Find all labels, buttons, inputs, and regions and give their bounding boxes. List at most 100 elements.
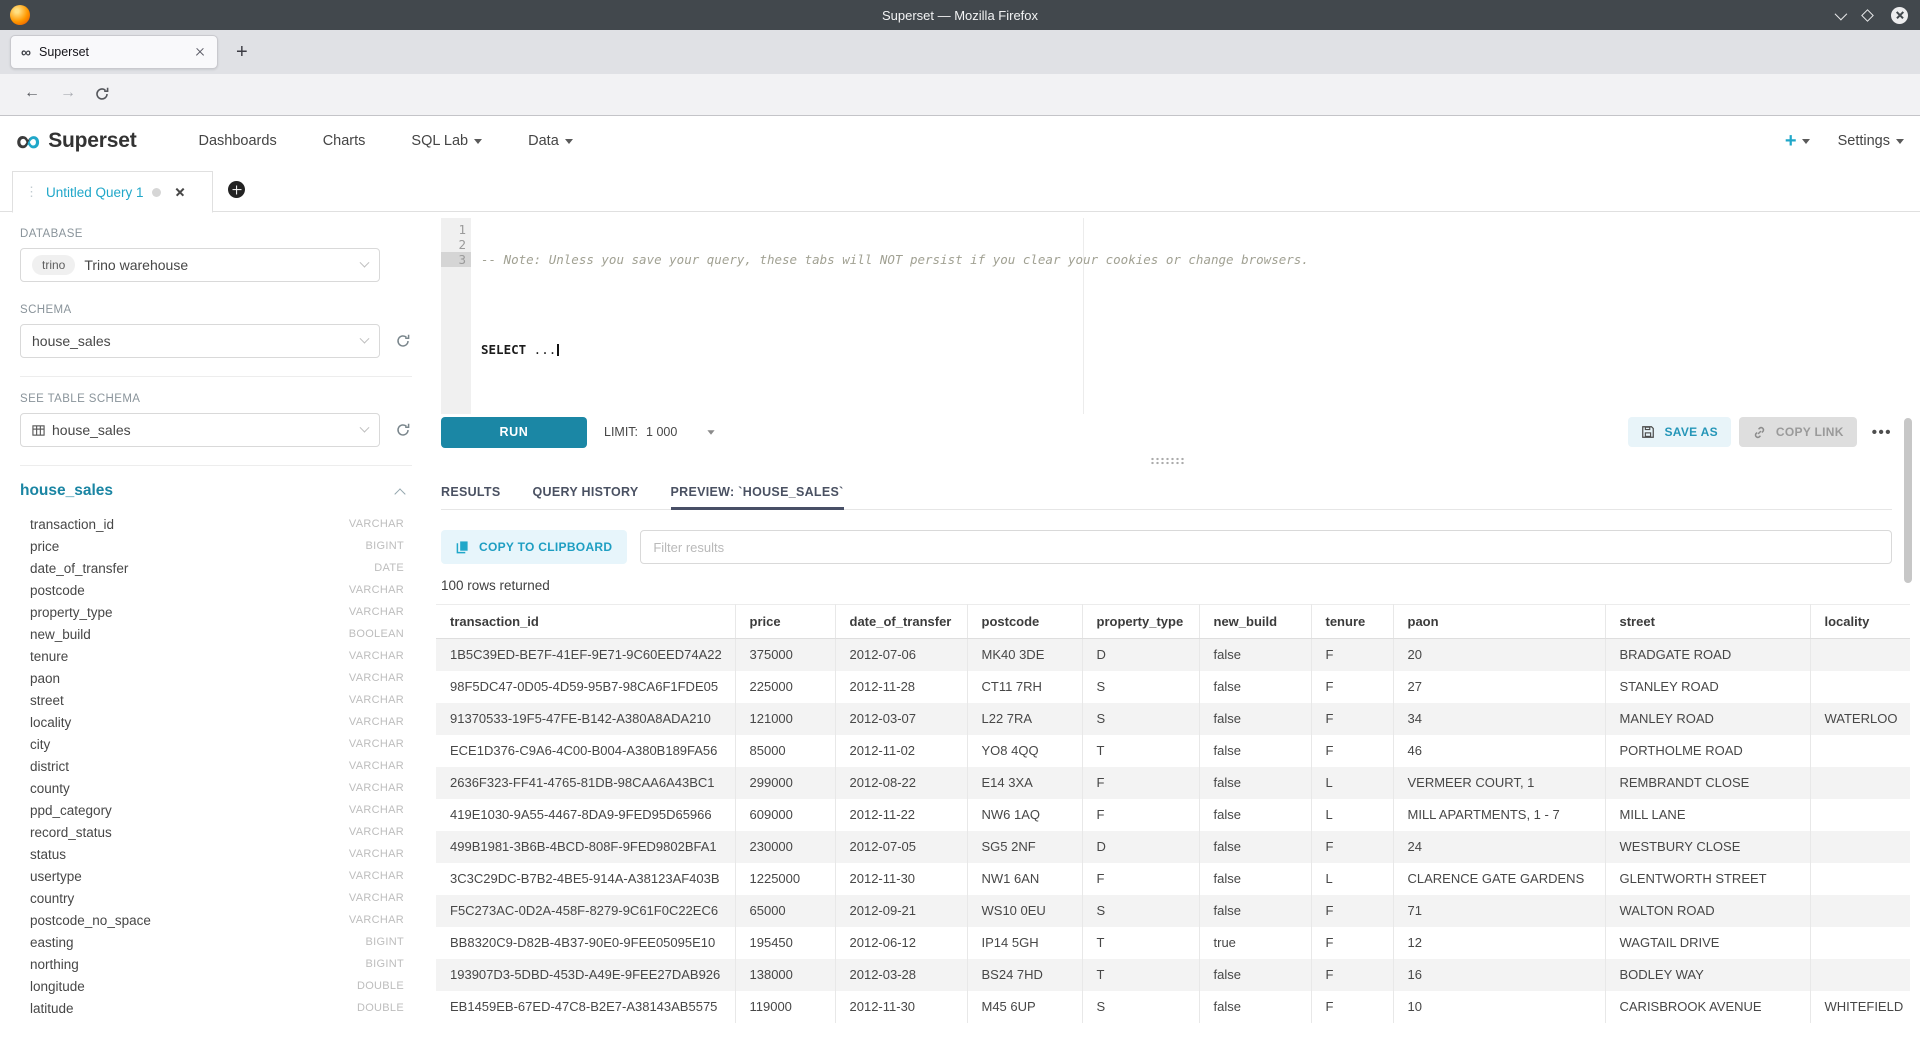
cell-paon: VERMEER COURT, 1 [1393, 767, 1605, 799]
nav-charts[interactable]: Charts [323, 133, 366, 149]
database-label: DATABASE [20, 228, 412, 240]
reload-button[interactable] [94, 86, 110, 102]
column-name: postcode_no_space [30, 913, 151, 928]
save-as-button[interactable]: SAVE AS [1628, 417, 1730, 447]
more-options-icon[interactable]: ••• [1872, 424, 1892, 441]
schema-select[interactable]: house_sales [20, 324, 380, 358]
settings-menu[interactable]: Settings [1838, 133, 1904, 149]
editor-code[interactable]: -- Note: Unless you save your query, the… [471, 218, 1892, 414]
grid-column-header[interactable]: tenure [1311, 605, 1393, 639]
nav-data[interactable]: Data [528, 133, 573, 149]
new-item-button[interactable]: + [1785, 130, 1810, 153]
schema-column-row: locality VARCHAR [20, 711, 404, 733]
column-type: VARCHAR [349, 650, 404, 662]
schema-column-row: property_type VARCHAR [20, 601, 404, 623]
schema-column-row: price BIGINT [20, 535, 404, 557]
grid-column-header[interactable]: property_type [1082, 605, 1199, 639]
grid-row: EB1459EB-67ED-47C8-B2E7-A38143AB5575 119… [436, 991, 1910, 1023]
cell-price: 609000 [735, 799, 835, 831]
cell-street: CARISBROOK AVENUE [1605, 991, 1810, 1023]
cell-transaction-id: F5C273AC-0D2A-458F-8279-9C61F0C22EC6 [436, 895, 735, 927]
table-title[interactable]: house_sales [20, 482, 404, 500]
window-close-icon[interactable] [1891, 7, 1908, 24]
column-type: VARCHAR [349, 870, 404, 882]
filter-results-input[interactable] [640, 530, 1892, 564]
grid-column-header[interactable]: street [1605, 605, 1810, 639]
chevron-up-icon[interactable] [394, 488, 405, 499]
column-name: northing [30, 957, 79, 972]
nav-sql-lab[interactable]: SQL Lab [411, 133, 482, 149]
cell-paon: 16 [1393, 959, 1605, 991]
cell-property-type: S [1082, 703, 1199, 735]
refresh-table-icon[interactable] [395, 422, 411, 438]
superset-favicon-icon: ∞ [21, 44, 31, 60]
sql-keyword: SELECT [481, 342, 526, 357]
add-query-tab-button[interactable] [228, 181, 245, 198]
sql-empty-line [481, 297, 1892, 312]
grid-column-header[interactable]: postcode [967, 605, 1082, 639]
query-tab-close-icon[interactable] [173, 185, 187, 199]
browser-tab-superset[interactable]: ∞ Superset [10, 35, 218, 69]
refresh-schema-icon[interactable] [395, 333, 411, 349]
grid-column-header[interactable]: paon [1393, 605, 1605, 639]
tab-results[interactable]: RESULTS [441, 474, 501, 509]
superset-logo-icon[interactable]: ∞ [16, 126, 40, 156]
back-button[interactable]: ← [24, 84, 40, 102]
cell-new-build: true [1199, 927, 1311, 959]
cell-street: STANLEY ROAD [1605, 671, 1810, 703]
scrollbar-thumb[interactable] [1904, 418, 1912, 583]
new-tab-button[interactable]: + [236, 39, 248, 65]
chevron-down-icon [360, 257, 370, 267]
tab-close-icon[interactable] [193, 45, 207, 59]
chevron-down-icon [474, 139, 482, 144]
cell-price: 85000 [735, 735, 835, 767]
forward-button[interactable]: → [60, 84, 76, 102]
cell-postcode: CT11 7RH [967, 671, 1082, 703]
copy-to-clipboard-button[interactable]: COPY TO CLIPBOARD [441, 530, 627, 564]
cell-postcode: M45 6UP [967, 991, 1082, 1023]
window-maximize-icon[interactable] [1861, 9, 1874, 22]
editor-gutter: 1 2 3 [441, 218, 471, 414]
cell-postcode: BS24 7HD [967, 959, 1082, 991]
column-type: VARCHAR [349, 914, 404, 926]
cell-tenure: F [1311, 991, 1393, 1023]
cell-paon: 24 [1393, 831, 1605, 863]
cell-price: 1225000 [735, 863, 835, 895]
column-name: transaction_id [30, 517, 114, 532]
grid-column-header[interactable]: locality [1810, 605, 1910, 639]
grid-row: BB8320C9-D82B-4B37-90E0-9FEE05095E10 195… [436, 927, 1910, 959]
run-button[interactable]: RUN [441, 417, 587, 448]
column-type: BIGINT [366, 958, 404, 970]
tab-preview-house-sales[interactable]: PREVIEW: `HOUSE_SALES` [671, 474, 844, 509]
pane-resize-handle[interactable] [441, 454, 1892, 468]
drag-grip-icon[interactable]: ⋮ [25, 184, 38, 200]
grid-column-header[interactable]: new_build [1199, 605, 1311, 639]
cell-date-of-transfer: 2012-11-30 [835, 863, 967, 895]
grid-column-header[interactable]: date_of_transfer [835, 605, 967, 639]
cell-date-of-transfer: 2012-11-02 [835, 735, 967, 767]
cell-street: BODLEY WAY [1605, 959, 1810, 991]
brand-name[interactable]: Superset [48, 129, 136, 153]
grid-column-header[interactable]: price [735, 605, 835, 639]
window-minimize-icon[interactable] [1835, 7, 1848, 20]
cell-price: 230000 [735, 831, 835, 863]
sql-editor[interactable]: 1 2 3 -- Note: Unless you save your quer… [441, 218, 1892, 414]
column-type: VARCHAR [349, 584, 404, 596]
copy-link-button[interactable]: COPY LINK [1739, 417, 1857, 447]
database-select[interactable]: trino Trino warehouse [20, 248, 380, 282]
grid-column-header[interactable]: transaction_id [436, 605, 735, 639]
query-tab[interactable]: ⋮ Untitled Query 1 [12, 171, 213, 213]
limit-dropdown[interactable]: LIMIT: 1 000 [604, 425, 715, 439]
cell-tenure: F [1311, 735, 1393, 767]
save-floppy-icon [1641, 425, 1655, 439]
table-select[interactable]: house_sales [20, 413, 380, 447]
nav-dashboards[interactable]: Dashboards [199, 133, 277, 149]
cell-transaction-id: 419E1030-9A55-4467-8DA9-9FED95D65966 [436, 799, 735, 831]
cell-street: PORTHOLME ROAD [1605, 735, 1810, 767]
schema-column-row: district VARCHAR [20, 755, 404, 777]
schema-column-row: easting BIGINT [20, 931, 404, 953]
cell-locality [1810, 959, 1910, 991]
cell-property-type: F [1082, 799, 1199, 831]
cell-locality [1810, 639, 1910, 671]
tab-query-history[interactable]: QUERY HISTORY [533, 474, 639, 509]
